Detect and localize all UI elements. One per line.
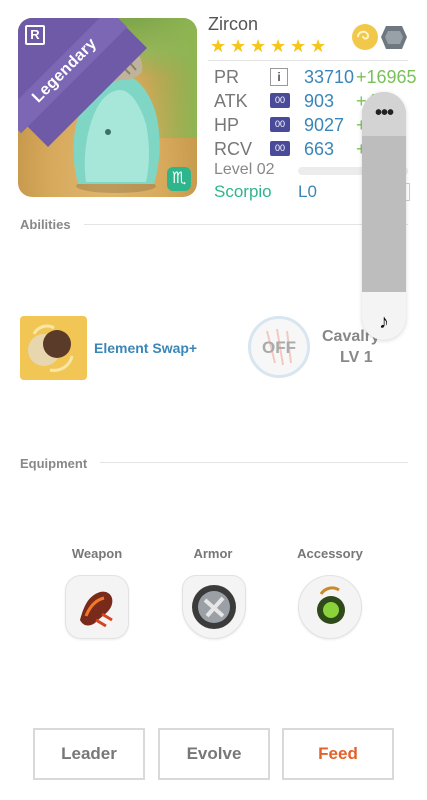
info-icon[interactable]: i (270, 68, 288, 86)
leader-skill-toggle[interactable]: OFF (248, 316, 310, 378)
stat-badge: 00 (270, 141, 290, 156)
equipment-divider (100, 462, 408, 463)
more-options-icon[interactable]: ••• (362, 102, 406, 125)
weapon-slot[interactable] (65, 575, 129, 639)
element-swap-skill-icon[interactable] (20, 316, 87, 380)
feed-button[interactable]: Feed (282, 728, 394, 780)
star-rating: ★ ★ ★ ★ ★ ★ (210, 36, 327, 56)
toggle-state-label: OFF (262, 338, 296, 357)
rarity-letter-icon: R (25, 25, 45, 45)
star-icon: ★ (210, 36, 227, 56)
accessory-slot[interactable] (298, 575, 362, 639)
earth-element-icon (381, 26, 407, 49)
star-icon: ★ (290, 36, 307, 56)
armor-shield-icon (192, 585, 236, 629)
stat-value: 903 (304, 91, 335, 111)
scorpio-zodiac-icon: ♏ (167, 167, 191, 191)
zodiac-level: L0 (298, 182, 317, 201)
accessory-label: Accessory (297, 546, 363, 561)
stat-label: PR (214, 67, 240, 87)
stat-value: 663 (304, 139, 335, 159)
abilities-heading: Abilities (20, 217, 71, 232)
star-icon: ★ (310, 36, 327, 56)
star-icon: ★ (250, 36, 267, 56)
armor-label: Armor (193, 546, 233, 561)
stat-badge: 00 (270, 93, 290, 108)
stat-badge: 00 (270, 117, 290, 132)
stat-label: ATK (214, 91, 248, 111)
armor-slot[interactable] (182, 575, 246, 639)
leader-button[interactable]: Leader (33, 728, 145, 780)
stat-label: RCV (214, 139, 253, 159)
star-icon: ★ (270, 36, 287, 56)
creature-portrait[interactable]: Legendary R ♏ (18, 18, 197, 197)
weapon-claw-icon (80, 591, 113, 628)
creature-name: Zircon (208, 14, 259, 34)
stat-bonus: +16965 (356, 67, 417, 87)
wind-element-icon (352, 24, 378, 50)
evolve-button[interactable]: Evolve (158, 728, 270, 780)
abilities-divider (84, 224, 408, 225)
stats-panel: PR i 33710 +16965 ATK 00 903 +4 HP 00 90… (208, 60, 417, 201)
stat-label: HP (214, 115, 240, 135)
stat-value: 9027 (304, 115, 345, 135)
accessory-orb-icon (317, 586, 345, 624)
zodiac-name: Scorpio (214, 182, 272, 201)
stat-value: 33710 (304, 67, 355, 87)
level-label: Level 02 (214, 161, 275, 178)
music-note-icon[interactable]: ♪ (362, 311, 406, 334)
skill-name[interactable]: Element Swap+ (94, 340, 197, 356)
floating-overlay-panel[interactable]: ••• ♪ (362, 92, 406, 340)
element-icons (352, 24, 407, 50)
equipment-heading: Equipment (20, 456, 88, 471)
leader-skill-level: LV 1 (340, 349, 373, 366)
weapon-label: Weapon (71, 546, 123, 561)
star-icon: ★ (230, 36, 247, 56)
